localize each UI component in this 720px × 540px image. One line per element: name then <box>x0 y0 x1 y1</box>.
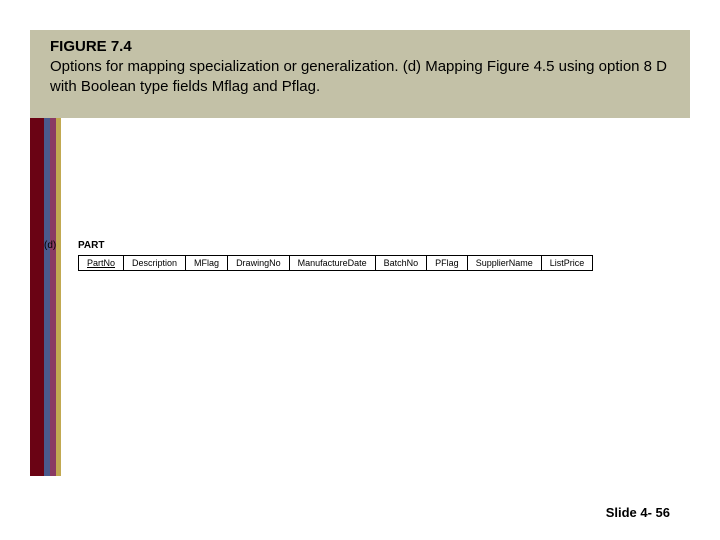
stripe-gold <box>56 118 61 476</box>
column-pflag: PFlag <box>427 256 468 271</box>
column-batchno: BatchNo <box>375 256 427 271</box>
figure-header: FIGURE 7.4 Options for mapping specializ… <box>30 30 690 118</box>
column-drawingno: DrawingNo <box>228 256 290 271</box>
column-partno: PartNo <box>79 256 124 271</box>
column-listprice: ListPrice <box>541 256 593 271</box>
relation-name: PART <box>78 240 104 251</box>
stripe-maroon <box>30 118 44 476</box>
figure-number: FIGURE 7.4 <box>50 38 670 55</box>
column-mflag: MFlag <box>186 256 228 271</box>
column-suppliername: SupplierName <box>467 256 541 271</box>
figure-caption: Options for mapping specialization or ge… <box>50 57 670 96</box>
subfigure-content: (d) PART PartNo Description MFlag Drawin… <box>44 240 690 271</box>
column-manufacturedate: ManufactureDate <box>289 256 375 271</box>
column-description: Description <box>124 256 186 271</box>
subfigure-label: (d) <box>44 240 78 251</box>
subfigure-title-row: (d) PART <box>44 240 690 251</box>
relation-schema-table: PartNo Description MFlag DrawingNo Manuf… <box>78 255 593 271</box>
table-row: PartNo Description MFlag DrawingNo Manuf… <box>79 256 593 271</box>
slide-number: Slide 4- 56 <box>606 505 670 520</box>
decorative-stripes <box>30 118 61 476</box>
